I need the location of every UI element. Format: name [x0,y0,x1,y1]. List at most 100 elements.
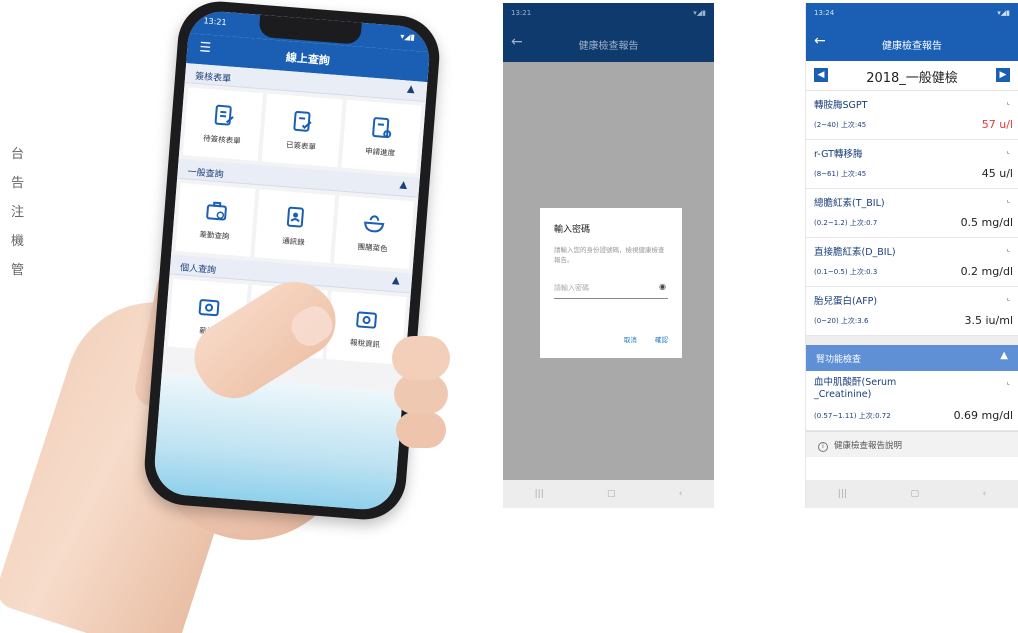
tile-attendance[interactable]: 差勤查詢 [175,183,256,257]
system-nav-bar: ||| ▢ ‹ [806,480,1018,508]
section-title: 一般查詢 [187,167,224,181]
test-value: 0.2 mg/dl [960,265,1013,278]
money-envelope-icon [198,299,220,317]
tile-label: 報稅資訊 [349,337,381,350]
status-bar: 13:24 ▾◢▮ [806,3,1018,26]
recent-apps-icon[interactable]: ||| [535,489,544,499]
trend-chart-icon[interactable]: ⌞ [1007,245,1010,253]
tile-meal-menu[interactable]: 團膳菜色 [333,195,414,270]
test-value: 57 u/l [981,118,1013,131]
test-range: (2~40) 上次:45 [814,121,867,129]
eye-icon[interactable]: ◉ [659,282,666,291]
result-row[interactable]: 血中肌酸酐(Serum _Creatinine) ⌞ (0.57~1.11) 上… [806,371,1018,431]
back-icon[interactable]: ‹ [983,489,987,499]
result-row[interactable]: 轉胺脢SGPT ⌞ (2~40) 上次:45 57 u/l [806,91,1018,140]
side-char: 機 [10,234,24,249]
year-selector: ◀ 2018_一般健檢 ▶ [806,61,1018,91]
tile-application-progress[interactable]: 申請進度 [341,99,422,174]
briefcase-clock-icon [205,201,227,221]
password-dialog: 輸入密碼 請輸入您的身份證號碼，檢視健康檢查報告。 請輸入密碼 ◉ 取消 確認 [540,208,682,358]
system-nav-bar: ||| ▢ ‹ [503,480,714,508]
status-time: 13:24 [814,9,835,17]
tile-signed-forms[interactable]: 已簽表單 [262,93,343,168]
side-char: 管 [10,263,24,278]
home-icon[interactable]: ▢ [607,489,616,499]
result-row[interactable]: r-GT轉移脢 ⌞ (8~61) 上次:45 45 u/l [806,140,1018,189]
password-placeholder: 請輸入密碼 [554,284,589,292]
hand-fingers [392,336,450,380]
test-name: 血中肌酸酐(Serum _Creatinine) [814,377,897,400]
test-name: 胎兒蛋白(AFP) [814,296,878,307]
confirm-button[interactable]: 確認 [655,336,668,344]
collapse-icon: ▲ [391,274,401,287]
side-char: 台 [10,147,24,162]
test-value: 45 u/l [981,167,1013,180]
money-envelope-icon [356,311,378,329]
phone-password-dialog: 13:21 ▾◢▮ ← 健康檢查報告 輸入密碼 請輸入您的身份證號碼，檢視健康檢… [503,3,714,508]
section-title: 個人查詢 [179,263,217,277]
app-header: ← 健康檢查報告 [503,26,714,62]
signal-icon: ▾◢▮ [997,9,1010,17]
side-caption: 台 告 注 機 管 [0,140,24,285]
tile-label: 申請進度 [364,146,396,158]
test-name: r-GT轉移脢 [814,149,863,160]
dialog-title: 輸入密碼 [554,225,591,235]
app-header: ← 健康檢查報告 [806,26,1018,61]
section-title: 簽核表單 [194,71,232,85]
test-value: 0.69 mg/dl [953,409,1013,422]
test-name: 直接膽紅素(D_BIL) [814,247,896,258]
tile-label: 待簽核表單 [202,133,241,146]
year-title: 2018_一般健檢 [866,71,958,86]
dialog-description: 請輸入您的身份證號碼，檢視健康檢查報告。 [554,246,665,264]
status-bar: 13:21 ▾◢▮ [503,3,714,26]
test-value: 3.5 iu/ml [964,314,1014,327]
phone-online-query: 13:21 ▾◢▮ ☰ 線上查詢 簽核表單 ▲ 待簽核表單 已簽表單 申請進度 [141,0,443,523]
screen-background [152,373,404,512]
test-range: (0.1~0.5) 上次:0.3 [814,268,878,276]
test-range: (0.57~1.11) 上次:0.72 [814,412,891,420]
phone-screen: 13:21 ▾◢▮ ☰ 線上查詢 簽核表單 ▲ 待簽核表單 已簽表單 申請進度 [152,9,432,512]
collapse-icon: ▲ [1000,350,1008,361]
section-title: 腎功能檢查 [816,355,862,365]
info-icon: i [818,442,828,452]
result-row[interactable]: 直接膽紅素(D_BIL) ⌞ (0.1~0.5) 上次:0.3 0.2 mg/d… [806,238,1018,287]
tile-pending-forms[interactable]: 待簽核表單 [182,87,264,162]
status-time: 13:21 [203,16,227,28]
trend-chart-icon[interactable]: ⌞ [1007,98,1010,106]
trend-chart-icon[interactable]: ⌞ [1007,378,1010,386]
collapse-icon: ▲ [406,83,416,96]
trend-chart-icon[interactable]: ⌞ [1007,294,1010,302]
report-explanation-link[interactable]: i 健康檢查報告說明 [806,431,1018,457]
document-check-icon [293,110,312,132]
home-icon[interactable]: ▢ [910,489,919,499]
side-char: 注 [10,205,24,220]
trend-chart-icon[interactable]: ⌞ [1007,196,1010,204]
section-divider [806,336,1018,345]
tile-directory[interactable]: 通訊錄 [254,189,335,263]
tile-label: 團膳菜色 [357,242,388,254]
document-edit-icon [214,104,234,126]
section-header-kidney[interactable]: 腎功能檢查 ▲ [806,345,1018,371]
trend-chart-icon[interactable]: ⌞ [1007,147,1010,155]
signal-icon: ▾◢▮ [693,9,706,17]
result-row[interactable]: 總膽紅素(T_BIL) ⌞ (0.2~1.2) 上次:0.7 0.5 mg/dl [806,189,1018,238]
test-range: (0~20) 上次:3.6 [814,317,869,325]
password-input[interactable]: 請輸入密碼 ◉ [554,279,668,299]
test-range: (8~61) 上次:45 [814,170,867,178]
tile-label: 差勤查詢 [199,229,230,241]
back-icon[interactable]: ‹ [679,489,683,499]
tile-label: 通訊錄 [281,236,306,247]
address-book-icon [286,206,304,228]
dialog-buttons: 取消 確認 [608,334,668,344]
tile-label: 已簽表單 [285,140,317,152]
result-row[interactable]: 胎兒蛋白(AFP) ⌞ (0~20) 上次:3.6 3.5 iu/ml [806,287,1018,336]
cancel-button[interactable]: 取消 [624,336,637,344]
status-time: 13:21 [511,9,532,17]
recent-apps-icon[interactable]: ||| [838,489,847,499]
food-bowl-icon [364,215,385,233]
next-year-button[interactable]: ▶ [996,68,1010,82]
collapse-icon: ▲ [399,179,408,191]
test-value: 0.5 mg/dl [960,216,1013,229]
document-progress-icon [372,117,392,139]
explain-label: 健康檢查報告說明 [834,441,903,451]
